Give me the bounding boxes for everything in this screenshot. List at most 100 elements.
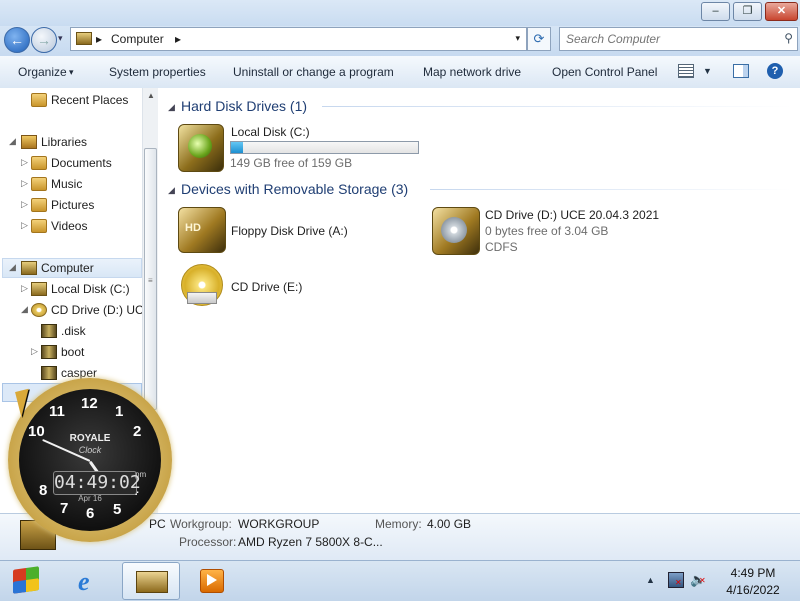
collapse-arrow-icon[interactable]: ▷ (31, 346, 38, 357)
group-header-hard-disks[interactable]: Hard Disk Drives (1) (181, 98, 307, 114)
nav-item-music[interactable]: ▷ Music (0, 175, 142, 193)
scroll-up-icon[interactable]: ▲ (147, 91, 155, 100)
clock-gadget[interactable]: 12 1 2 4 5 6 7 8 10 11 ROYALE Clock 04:4… (8, 378, 178, 548)
nav-label: Music (51, 177, 83, 191)
organize-dropdown-icon[interactable]: ▾ (69, 67, 74, 78)
collapse-arrow-icon[interactable]: ▷ (21, 199, 28, 210)
clock-numeral: 11 (49, 403, 65, 420)
group-header-removable[interactable]: Devices with Removable Storage (3) (181, 181, 408, 197)
nav-label: CD Drive (D:) UCE (51, 303, 152, 317)
nav-item-disk-folder[interactable]: .disk (0, 322, 142, 340)
breadcrumb-separator[interactable]: ▸ (175, 32, 181, 46)
recent-pages-dropdown-icon[interactable]: ▾ (58, 33, 63, 44)
forward-button[interactable]: → (31, 27, 57, 53)
nav-label: Documents (51, 156, 112, 170)
address-dropdown-icon[interactable]: ▾ (515, 33, 520, 44)
close-button[interactable]: ✕ (765, 2, 798, 21)
clock-numeral: 6 (86, 505, 95, 522)
group-collapse-icon[interactable]: ◢ (168, 102, 175, 113)
nav-item-pictures[interactable]: ▷ Pictures (0, 196, 142, 214)
nav-label: Pictures (51, 198, 95, 212)
clock-date: Apr 16 (78, 494, 102, 503)
collapse-arrow-icon[interactable]: ▷ (21, 178, 28, 189)
play-icon (207, 574, 217, 586)
nav-item-libraries[interactable]: ◢ Libraries (0, 133, 142, 151)
clock-numeral: 5 (113, 501, 122, 518)
taskbar-media-player[interactable] (183, 562, 239, 598)
collapse-arrow-icon[interactable]: ▷ (21, 283, 28, 294)
cd-drive-e-icon[interactable] (179, 264, 223, 308)
start-button[interactable] (3, 562, 51, 599)
memory-label: Memory: (375, 517, 422, 531)
clock-brand-sub: Clock (78, 445, 102, 455)
nav-label: boot (61, 345, 85, 359)
pictures-icon (31, 198, 47, 212)
search-box[interactable]: ⚲ (559, 27, 798, 51)
workgroup-label: Workgroup: (170, 517, 232, 531)
cd-drive-d-filesystem: CDFS (485, 240, 518, 254)
internet-explorer-icon: e (78, 567, 90, 596)
refresh-button[interactable]: ⟳ (527, 27, 551, 51)
change-view-icon[interactable] (678, 64, 694, 78)
breadcrumb-separator[interactable]: ▸ (96, 32, 102, 46)
nav-label: Local Disk (C:) (51, 282, 130, 296)
map-network-drive-button[interactable]: Map network drive (423, 65, 521, 79)
view-dropdown-icon[interactable]: ▼ (703, 66, 712, 76)
cd-drive-d-name[interactable]: CD Drive (D:) UCE 20.04.3 2021 (485, 208, 659, 222)
show-hidden-icons-icon[interactable]: ▲ (646, 575, 655, 585)
search-input[interactable] (564, 30, 773, 48)
preview-pane-icon[interactable] (733, 64, 749, 78)
nav-label: Videos (51, 219, 88, 233)
cd-drive-d-icon[interactable] (432, 207, 480, 255)
local-disk-name[interactable]: Local Disk (C:) (231, 125, 310, 139)
address-bar[interactable]: ▸ Computer ▸ ▾ (70, 27, 527, 51)
collapse-arrow-icon[interactable]: ▷ (21, 220, 28, 231)
nav-item-boot-folder[interactable]: ▷ boot (0, 343, 142, 361)
music-icon (31, 177, 47, 191)
folder-icon (41, 324, 57, 338)
local-disk-icon (31, 282, 47, 296)
floppy-drive-name[interactable]: Floppy Disk Drive (A:) (231, 224, 348, 238)
nav-item-recent-places[interactable]: Recent Places (0, 91, 142, 109)
nav-item-videos[interactable]: ▷ Videos (0, 217, 142, 235)
taskbar-internet-explorer[interactable]: e (63, 562, 119, 598)
search-icon[interactable]: ⚲ (784, 31, 793, 45)
maximize-button[interactable]: ❐ (733, 2, 762, 21)
network-icon[interactable] (668, 572, 684, 588)
expand-arrow-icon[interactable]: ◢ (21, 304, 28, 315)
open-control-panel-button[interactable]: Open Control Panel (552, 65, 657, 79)
group-divider (430, 189, 792, 190)
computer-icon (21, 261, 37, 275)
back-button[interactable]: ← (4, 27, 30, 53)
expand-arrow-icon[interactable]: ◢ (9, 136, 16, 147)
minimize-button[interactable]: – (701, 2, 730, 21)
organize-button[interactable]: Organize (18, 65, 67, 79)
tray-clock-date[interactable]: 4/16/2022 (712, 583, 794, 597)
collapse-arrow-icon[interactable]: ▷ (21, 157, 28, 168)
nav-item-documents[interactable]: ▷ Documents (0, 154, 142, 172)
scroll-thumb[interactable]: ≡ (144, 148, 157, 410)
windows-logo-icon (13, 578, 39, 594)
system-properties-button[interactable]: System properties (109, 65, 206, 79)
nav-item-cd-drive-d[interactable]: ◢ CD Drive (D:) UCE (0, 301, 152, 319)
tray-clock-time[interactable]: 4:49 PM (712, 566, 794, 580)
window-title-bar: – ❐ ✕ (0, 0, 800, 26)
recent-places-icon (31, 93, 47, 107)
local-disk-icon[interactable] (178, 124, 224, 172)
nav-item-computer[interactable]: ◢ Computer (0, 259, 142, 277)
uninstall-program-button[interactable]: Uninstall or change a program (233, 65, 394, 79)
computer-icon (76, 32, 92, 45)
cd-drive-e-name[interactable]: CD Drive (E:) (231, 280, 302, 294)
taskbar-windows-explorer[interactable] (122, 562, 180, 600)
floppy-drive-icon[interactable] (178, 207, 226, 253)
group-collapse-icon[interactable]: ◢ (168, 185, 175, 196)
documents-icon (31, 156, 47, 170)
nav-item-local-disk[interactable]: ▷ Local Disk (C:) (0, 280, 142, 298)
nav-label: Recent Places (51, 93, 129, 107)
memory-value: 4.00 GB (427, 517, 472, 531)
help-icon[interactable]: ? (767, 63, 783, 79)
volume-icon[interactable]: 🔈 (690, 572, 706, 588)
expand-arrow-icon[interactable]: ◢ (9, 262, 16, 273)
disk-usage-fill (231, 142, 243, 153)
breadcrumb-computer[interactable]: Computer (111, 32, 164, 46)
